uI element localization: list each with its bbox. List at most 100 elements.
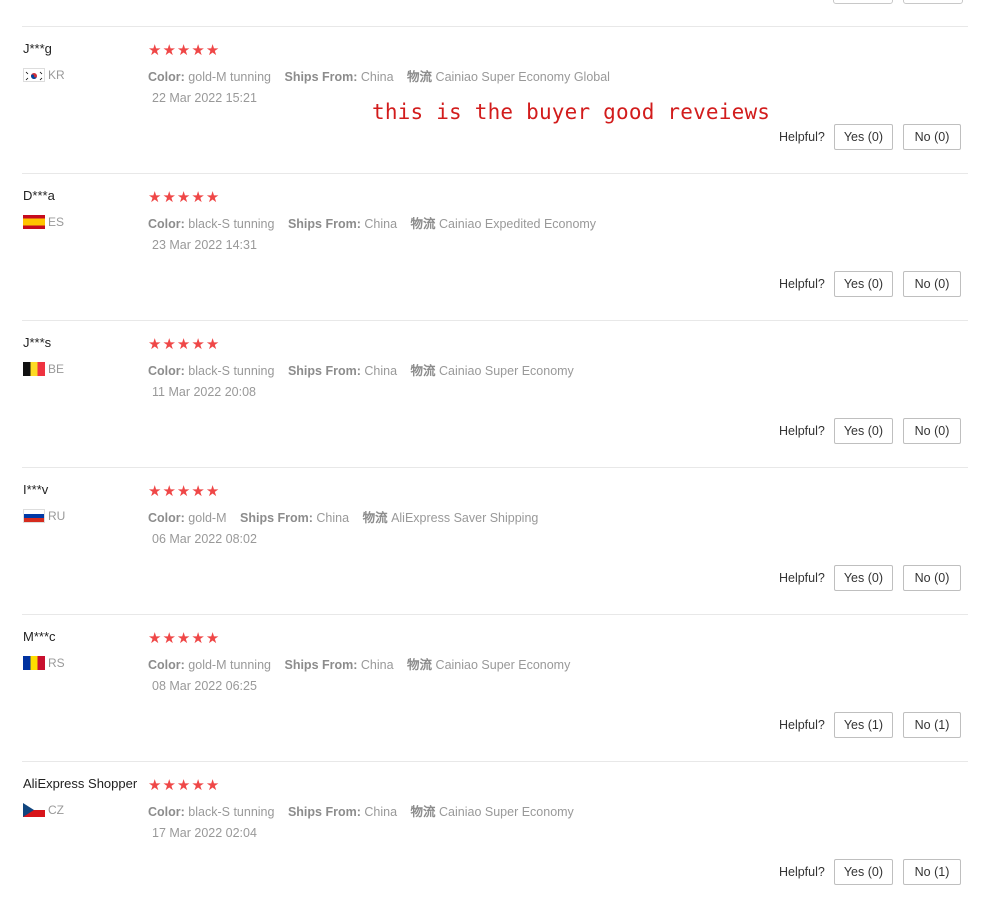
star-icon: ★ (176, 336, 191, 353)
star-icon: ★ (162, 483, 176, 500)
previous-yes-button[interactable] (833, 0, 893, 4)
rs-flag-icon (23, 656, 45, 670)
be-flag-icon (23, 362, 45, 376)
country-code: KR (48, 68, 65, 82)
helpful-label: Helpful? (778, 718, 825, 732)
star-rating: ★★★★★ (148, 777, 220, 795)
helpful-vote: Helpful? Yes (0) No (1) (779, 859, 961, 885)
ships-from-attribute: Ships From: China (287, 364, 398, 378)
country-code: RU (48, 509, 66, 523)
review-attributes: Color: black-S tunning Ships From: China… (148, 213, 606, 232)
cz-flag-triangle (23, 803, 34, 817)
helpful-no-button[interactable]: No (1) (903, 859, 961, 885)
review-attributes: Color: black-S tunning Ships From: China… (148, 360, 584, 379)
star-icon: ★ (148, 42, 162, 59)
country-code: CZ (48, 803, 64, 817)
star-icon: ★ (148, 189, 162, 206)
review-item: J***s BE ★★★★★ Color: black-S tunning Sh… (22, 320, 968, 467)
star-rating: ★★★★★ (148, 630, 220, 648)
helpful-no-button[interactable]: No (0) (903, 418, 961, 444)
helpful-no-button[interactable]: No (0) (903, 271, 961, 297)
helpful-vote: Helpful? Yes (0) No (0) (779, 418, 961, 444)
review-item: AliExpress Shopper CZ ★★★★★ Color: black… (22, 761, 968, 908)
color-attribute: Color: gold-M tunning (148, 658, 271, 672)
review-attributes: Color: gold-M Ships From: China 物流 AliEx… (148, 507, 548, 526)
star-icon: ★ (191, 777, 205, 794)
star-icon: ★ (148, 336, 162, 353)
star-icon: ★ (162, 777, 176, 794)
ships-from-attribute: Ships From: China (284, 658, 394, 672)
ships-from-attribute: Ships From: China (287, 217, 398, 231)
star-icon: ★ (176, 189, 191, 206)
reviewer-name: J***g (23, 41, 52, 56)
logistics-attribute: 物流 Cainiao Super Economy (407, 658, 571, 672)
star-icon: ★ (176, 630, 191, 647)
star-rating: ★★★★★ (148, 336, 220, 354)
review-date: 08 Mar 2022 06:25 (152, 679, 257, 693)
helpful-label: Helpful? (778, 424, 825, 438)
star-icon: ★ (191, 189, 205, 206)
helpful-yes-button[interactable]: Yes (1) (833, 712, 893, 738)
color-attribute: Color: black-S tunning (148, 364, 275, 378)
ships-from-attribute: Ships From: China (284, 70, 394, 84)
color-attribute: Color: gold-M tunning (148, 70, 271, 84)
star-rating: ★★★★★ (148, 483, 220, 501)
helpful-no-button[interactable]: No (0) (903, 124, 961, 150)
helpful-label: Helpful? (778, 130, 825, 144)
helpful-no-button[interactable]: No (1) (903, 712, 961, 738)
review-item: I***v RU ★★★★★ Color: gold-M Ships From:… (22, 467, 968, 614)
review-date: 06 Mar 2022 08:02 (152, 532, 257, 546)
star-icon: ★ (162, 189, 176, 206)
star-icon: ★ (205, 42, 220, 59)
helpful-yes-button[interactable]: Yes (0) (833, 124, 893, 150)
review-date: 11 Mar 2022 20:08 (152, 385, 257, 399)
annotation-text: this is the buyer good reveiews (372, 100, 771, 124)
star-icon: ★ (148, 483, 162, 500)
star-icon: ★ (205, 777, 220, 794)
kr-flag-icon (23, 68, 45, 82)
review-date: 23 Mar 2022 14:31 (152, 238, 257, 252)
reviewer-country: BE (23, 362, 64, 376)
cz-flag-icon (23, 803, 45, 817)
reviewer-country: RS (23, 656, 65, 670)
logistics-attribute: 物流 Cainiao Super Economy (410, 805, 574, 819)
es-flag-icon (23, 215, 45, 229)
star-rating: ★★★★★ (148, 42, 220, 60)
helpful-yes-button[interactable]: Yes (0) (833, 271, 893, 297)
previous-no-button[interactable] (903, 0, 963, 4)
helpful-label: Helpful? (778, 277, 825, 291)
color-attribute: Color: gold-M (148, 511, 227, 525)
reviewer-name: J***s (23, 335, 52, 350)
star-rating: ★★★★★ (148, 189, 220, 207)
review-item: D***a ES ★★★★★ Color: black-S tunning Sh… (22, 173, 968, 320)
helpful-yes-button[interactable]: Yes (0) (833, 859, 893, 885)
review-item: M***c RS ★★★★★ Color: gold-M tunning Shi… (22, 614, 968, 761)
star-icon: ★ (176, 42, 191, 59)
logistics-attribute: 物流 AliExpress Saver Shipping (362, 511, 539, 525)
logistics-attribute: 物流 Cainiao Super Economy Global (407, 70, 610, 84)
helpful-yes-button[interactable]: Yes (0) (833, 418, 893, 444)
kr-flag-emblem (25, 71, 43, 81)
star-icon: ★ (191, 42, 205, 59)
star-icon: ★ (191, 630, 205, 647)
helpful-label: Helpful? (778, 571, 825, 585)
star-icon: ★ (176, 777, 191, 794)
ships-from-attribute: Ships From: China (287, 805, 398, 819)
logistics-attribute: 物流 Cainiao Super Economy (410, 364, 574, 378)
helpful-no-button[interactable]: No (0) (903, 565, 961, 591)
helpful-vote: Helpful? Yes (0) No (0) (779, 565, 961, 591)
star-icon: ★ (191, 483, 205, 500)
reviewer-name: AliExpress Shopper (23, 776, 138, 791)
ru-flag-icon (23, 509, 45, 523)
star-icon: ★ (205, 189, 220, 206)
color-attribute: Color: black-S tunning (148, 805, 275, 819)
star-icon: ★ (205, 336, 220, 353)
review-date: 22 Mar 2022 15:21 (152, 91, 257, 105)
reviewer-country: ES (23, 215, 64, 229)
reviewer-name: M***c (23, 629, 56, 644)
helpful-yes-button[interactable]: Yes (0) (833, 565, 893, 591)
star-icon: ★ (162, 42, 176, 59)
star-icon: ★ (176, 483, 191, 500)
helpful-vote: Helpful? Yes (0) No (0) (779, 124, 961, 150)
country-code: RS (48, 656, 65, 670)
